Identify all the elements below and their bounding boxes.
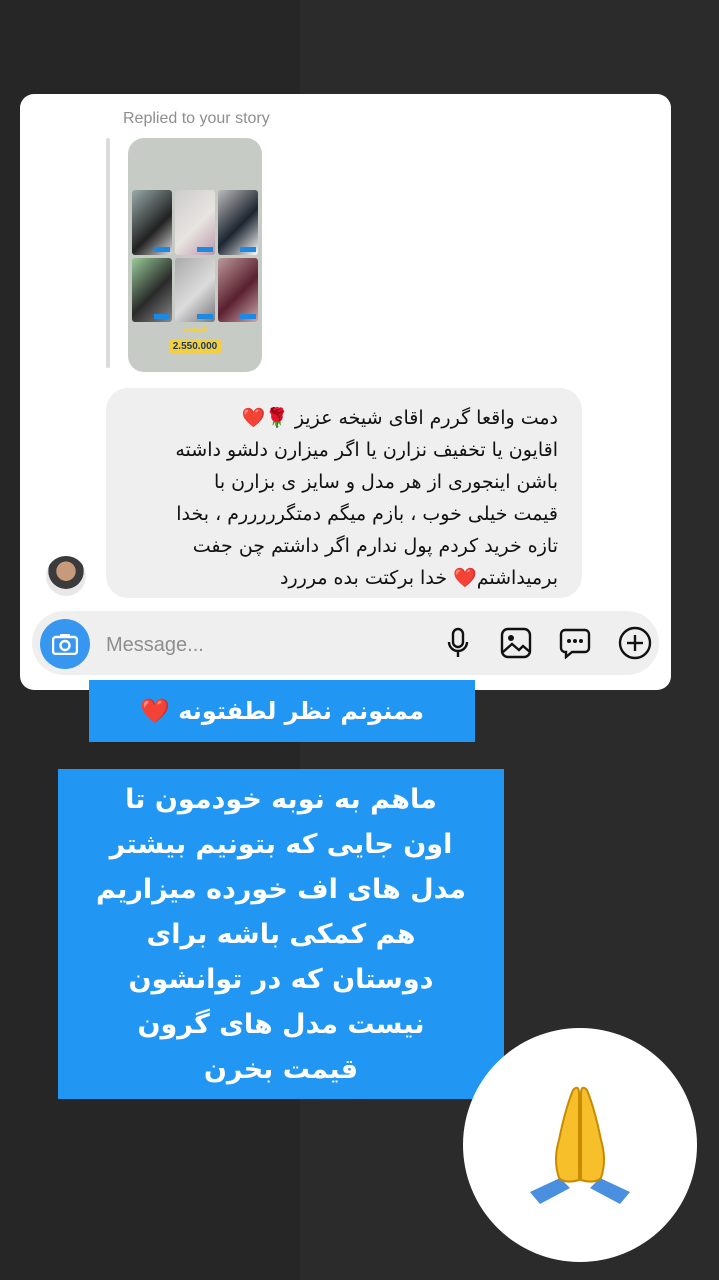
microphone-icon (447, 627, 469, 657)
message-text: دمت واقعا گررم اقای شیخه عزیز 🌹❤️ اقایون… (175, 407, 558, 589)
image-icon (500, 627, 532, 659)
price-value: 2.550.000 (168, 340, 222, 353)
emoji-sticker (463, 1028, 697, 1262)
thanks-text-sticker: ممنونم نظر لطفتونه ❤️ (89, 680, 475, 742)
message-input[interactable] (104, 629, 388, 661)
shoe-grid (132, 190, 258, 322)
replied-to-story-label: Replied to your story (123, 110, 270, 127)
shoe-image (218, 190, 258, 255)
camera-icon (52, 634, 78, 655)
story-thumbnail[interactable]: قیمت 2.550.000 (128, 138, 262, 372)
reply-indicator-bar (106, 138, 110, 368)
message-composer (32, 611, 659, 675)
shoe-image (132, 190, 172, 255)
dm-screenshot-card: Replied to your story قیمت 2.550.000 دمت… (20, 94, 671, 690)
plus-circle-icon (618, 626, 652, 660)
gallery-button[interactable] (498, 625, 534, 661)
sticker-button[interactable] (557, 625, 593, 661)
shoe-image (132, 257, 172, 322)
shoe-image (218, 257, 258, 322)
price-label: قیمت (182, 324, 208, 334)
message-bubble[interactable]: دمت واقعا گررم اقای شیخه عزیز 🌹❤️ اقایون… (106, 388, 582, 598)
more-button[interactable] (617, 625, 653, 661)
microphone-button[interactable] (440, 625, 476, 661)
camera-button[interactable] (40, 619, 90, 669)
praying-hands-icon (530, 1086, 630, 1204)
reply-text-sticker: ماهم به نوبه خودمون تا اون جایی که بتونی… (58, 769, 504, 1099)
shoe-image (175, 190, 215, 255)
shoe-image (175, 257, 215, 322)
chat-bubble-icon (559, 628, 591, 659)
price-box: قیمت 2.550.000 (166, 324, 224, 358)
avatar[interactable] (46, 556, 86, 596)
